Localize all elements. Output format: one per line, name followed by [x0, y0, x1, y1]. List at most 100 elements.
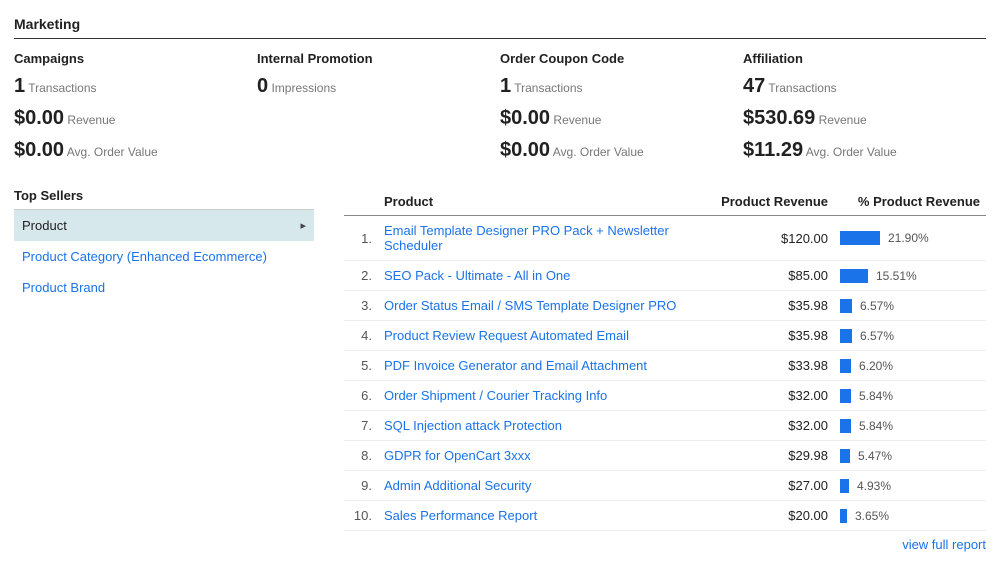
metric-title: Affiliation [743, 51, 986, 66]
top-sellers-panel: Top Sellers Product▸ Product Category (En… [14, 188, 314, 303]
metric-card[interactable]: Campaigns1 Transactions$0.00 Revenue$0.0… [14, 51, 257, 170]
top-sellers-title: Top Sellers [14, 188, 314, 210]
product-name-cell: PDF Invoice Generator and Email Attachme… [378, 351, 715, 381]
row-index: 7. [344, 411, 378, 441]
product-link[interactable]: Email Template Designer PRO Pack + Newsl… [384, 223, 669, 253]
table-row: 5. PDF Invoice Generator and Email Attach… [344, 351, 986, 381]
pct-bar [840, 359, 851, 373]
metric-card[interactable]: Affiliation 47 Transactions $530.69 Revenu… [743, 51, 986, 170]
pct-bar [840, 419, 851, 433]
table-row: 7.SQL Injection attack Protection$32.005… [344, 411, 986, 441]
product-link[interactable]: SQL Injection attack Protection [384, 418, 562, 433]
row-index: 9. [344, 471, 378, 501]
product-revenue-cell: $85.00 [715, 261, 834, 291]
metric-value: $11.29 [743, 139, 803, 161]
product-pct-cell: 21.90% [834, 216, 986, 261]
pct-text: 6.57% [860, 299, 894, 313]
product-revenue-cell: $120.00 [715, 216, 834, 261]
metric-line: $0.00 Avg. Order Value [14, 138, 257, 162]
table-row: 4. Product Review Request Automated Email… [344, 321, 986, 351]
product-link[interactable]: PDF Invoice Generator and Email Attachme… [384, 358, 647, 373]
metric-label: Transactions [25, 81, 96, 95]
pct-text: 4.93% [857, 479, 891, 493]
table-row: 9. Admin Additional Security $27.00 4.93% [344, 471, 986, 501]
top-sellers-dimension[interactable]: Product Brand [14, 272, 314, 303]
col-index [344, 188, 378, 216]
product-link[interactable]: GDPR for OpenCart 3xxx [384, 448, 531, 463]
product-link[interactable]: Order Shipment / Courier Tracking Info [384, 388, 607, 403]
pct-text: 6.20% [859, 359, 893, 373]
product-pct-cell: 3.65% [834, 501, 986, 531]
product-pct-cell: 4.93% [834, 471, 986, 501]
metrics-row: Campaigns 1 Transactions $0.00 Revenue $0.0… [14, 51, 986, 170]
product-revenue-cell: $27.00 [715, 471, 834, 501]
col-revenue[interactable]: Product Revenue [715, 188, 834, 216]
row-index: 6. [344, 381, 378, 411]
metric-label: Transactions [511, 81, 582, 95]
metric-label: Impressions [268, 81, 336, 95]
row-index: 8. [344, 441, 378, 471]
dimension-label: Product Category (Enhanced Ecommerce) [22, 249, 267, 264]
dimension-label: Product [22, 218, 67, 233]
product-pct-cell: 5.84% [834, 411, 986, 441]
product-link[interactable]: Order Status Email / SMS Template Design… [384, 298, 676, 313]
metric-value: $0.00 [14, 139, 64, 161]
pct-bar [840, 299, 852, 313]
product-pct-cell: 6.20% [834, 351, 986, 381]
product-pct-cell: 6.57% [834, 321, 986, 351]
product-name-cell: GDPR for OpenCart 3xxx [378, 441, 715, 471]
metric-line: $0.00 Avg. Order Value [500, 138, 743, 162]
view-full-report-link[interactable]: view full report [344, 537, 986, 552]
product-revenue-cell: $35.98 [715, 321, 834, 351]
product-name-cell: Product Review Request Automated Email [378, 321, 715, 351]
product-revenue-cell: $32.00 [715, 381, 834, 411]
product-name-cell: SQL Injection attack Protection [378, 411, 715, 441]
pct-bar [840, 479, 849, 493]
metric-line: $530.69 Revenue [743, 106, 986, 130]
product-link[interactable]: SEO Pack - Ultimate - All in One [384, 268, 570, 283]
section-title: Marketing [14, 16, 986, 32]
product-link[interactable]: Sales Performance Report [384, 508, 537, 523]
pct-text: 5.84% [859, 419, 893, 433]
top-sellers-dimension[interactable]: Product▸ [14, 210, 314, 241]
metric-label: Avg. Order Value [803, 145, 897, 159]
metric-line: 47 Transactions [743, 74, 986, 98]
table-row: 2.SEO Pack - Ultimate - All in One$85.00… [344, 261, 986, 291]
pct-text: 6.57% [860, 329, 894, 343]
product-pct-cell: 5.84% [834, 381, 986, 411]
dimension-label: Product Brand [22, 280, 105, 295]
metric-label: Transactions [765, 81, 836, 95]
pct-text: 21.90% [888, 231, 929, 245]
product-name-cell: SEO Pack - Ultimate - All in One [378, 261, 715, 291]
metric-card[interactable]: Order Coupon Code1 Transactions$0.00 Rev… [500, 51, 743, 170]
pct-text: 3.65% [855, 509, 889, 523]
product-link[interactable]: Product Review Request Automated Email [384, 328, 629, 343]
pct-bar [840, 269, 868, 283]
product-revenue-cell: $35.98 [715, 291, 834, 321]
row-index: 5. [344, 351, 378, 381]
product-pct-cell: 6.57% [834, 291, 986, 321]
col-pct[interactable]: % Product Revenue [834, 188, 986, 216]
table-row: 3.Order Status Email / SMS Template Desi… [344, 291, 986, 321]
top-products-table: Product Product Revenue % Product Revenu… [344, 188, 986, 552]
metric-label: Avg. Order Value [550, 145, 644, 159]
table-row: 1.Email Template Designer PRO Pack + New… [344, 216, 986, 261]
product-name-cell: Sales Performance Report [378, 501, 715, 531]
product-name-cell: Order Status Email / SMS Template Design… [378, 291, 715, 321]
product-link[interactable]: Admin Additional Security [384, 478, 531, 493]
row-index: 4. [344, 321, 378, 351]
pct-bar [840, 389, 851, 403]
pct-bar [840, 509, 847, 523]
top-sellers-dimension[interactable]: Product Category (Enhanced Ecommerce) [14, 241, 314, 272]
metric-line: $0.00 Revenue [500, 106, 743, 130]
product-name-cell: Email Template Designer PRO Pack + Newsl… [378, 216, 715, 261]
metric-value: $530.69 [743, 107, 815, 129]
metric-label: Revenue [815, 113, 866, 127]
col-product[interactable]: Product [378, 188, 715, 216]
metric-card[interactable]: Internal Promotion0 Impressions [257, 51, 500, 170]
product-revenue-cell: $29.98 [715, 441, 834, 471]
metric-value: $0.00 [500, 139, 550, 161]
product-pct-cell: 15.51% [834, 261, 986, 291]
metric-line: 1 Transactions [500, 74, 743, 98]
metric-title: Campaigns [14, 51, 257, 66]
